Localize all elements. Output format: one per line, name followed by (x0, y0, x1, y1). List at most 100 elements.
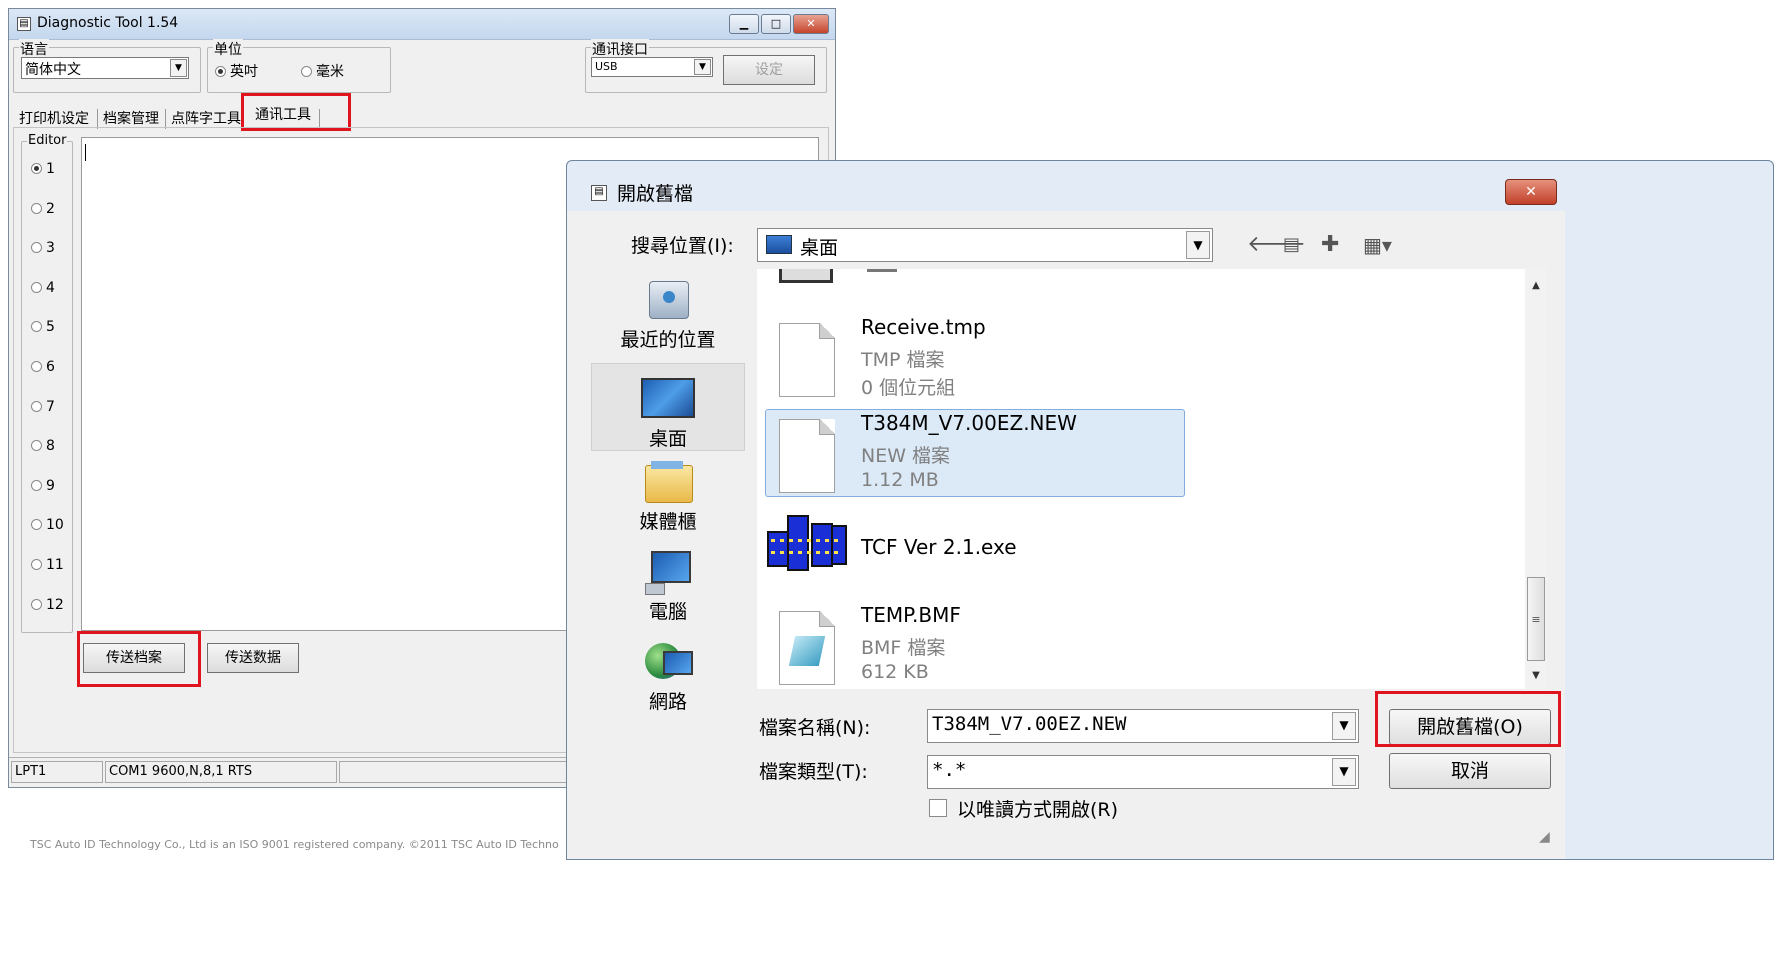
filetype-select[interactable]: *.* ▼ (927, 755, 1359, 789)
new-folder-icon[interactable]: ✚ (1321, 231, 1339, 259)
filetype-value: *.* (932, 759, 967, 781)
file-type: BMF 檔案 (861, 637, 946, 659)
radio-unchecked-icon (31, 440, 42, 451)
editor-radio-label: 7 (46, 399, 55, 415)
radio-unchecked-icon (31, 203, 42, 214)
editor-radio-4[interactable]: 4 (31, 280, 55, 296)
editor-radio-8[interactable]: 8 (31, 438, 55, 454)
editor-radio-7[interactable]: 7 (31, 399, 55, 415)
editor-radio-5[interactable]: 5 (31, 319, 55, 335)
app-icon: ▤ (17, 17, 31, 31)
language-value: 简体中文 (25, 62, 81, 78)
editor-radio-label: 11 (46, 557, 64, 573)
dialog-close-button[interactable]: ✕ (1505, 179, 1557, 205)
file-type: NEW 檔案 (861, 445, 951, 467)
partial-file-icon (779, 269, 833, 283)
cancel-button[interactable]: 取消 (1389, 753, 1551, 789)
radio-unchecked-icon (31, 559, 42, 570)
place-computer[interactable]: 電腦 (591, 549, 745, 624)
unit-mm-label: 毫米 (316, 64, 344, 80)
tab-separator (165, 109, 166, 129)
file-name: TEMP.BMF (861, 603, 961, 627)
set-button[interactable]: 设定 (723, 55, 815, 85)
place-recent[interactable]: 最近的位置 (591, 277, 745, 352)
editor-radio-12[interactable]: 12 (31, 597, 64, 613)
editor-radio-label: 2 (46, 201, 55, 217)
look-in-label: 搜尋位置(I): (631, 235, 734, 257)
editor-radio-3[interactable]: 3 (31, 240, 55, 256)
chevron-down-icon[interactable]: ▼ (170, 59, 187, 77)
unit-radio-mm[interactable]: 毫米 (301, 61, 344, 81)
minimize-button[interactable]: ▁ (729, 14, 759, 34)
scroll-down-icon[interactable]: ▼ (1527, 667, 1545, 685)
tab-separator (97, 109, 98, 129)
filename-input[interactable]: T384M_V7.00EZ.NEW ▼ (927, 709, 1359, 743)
chevron-down-icon[interactable]: ▼ (1332, 712, 1356, 740)
text-cursor (85, 144, 86, 161)
filename-value: T384M_V7.00EZ.NEW (932, 713, 1127, 735)
radio-unchecked-icon (31, 519, 42, 530)
radio-unchecked-icon (31, 599, 42, 610)
editor-radio-9[interactable]: 9 (31, 478, 55, 494)
radio-unchecked-icon (31, 480, 42, 491)
status-com: COM1 9600,N,8,1 RTS (105, 761, 337, 783)
editor-radio-label: 12 (46, 597, 64, 613)
editor-radio-11[interactable]: 11 (31, 557, 64, 573)
radio-unchecked-icon (31, 361, 42, 372)
bmf-document-icon (779, 611, 835, 685)
radio-checked-icon (215, 66, 226, 77)
file-type: TMP 檔案 (861, 349, 945, 371)
file-item-tcf[interactable]: TCF Ver 2.1.exe (765, 505, 1185, 593)
radio-unchecked-icon (31, 282, 42, 293)
file-size: 1.12 MB (861, 469, 939, 491)
up-folder-icon[interactable]: ▤ (1283, 231, 1300, 259)
recent-places-icon (641, 277, 695, 323)
comm-value: USB (595, 60, 618, 73)
language-select[interactable]: 简体中文 ▼ (21, 57, 189, 79)
chevron-down-icon[interactable]: ▼ (694, 59, 711, 75)
editor-radio-1[interactable]: 1 (31, 161, 55, 177)
editor-radio-6[interactable]: 6 (31, 359, 55, 375)
close-button[interactable]: ✕ (793, 14, 829, 34)
resize-grip-icon[interactable]: ◢ (1539, 829, 1550, 845)
radio-unchecked-icon (31, 321, 42, 332)
editor-radio-label: 1 (46, 161, 55, 177)
editor-radio-2[interactable]: 2 (31, 201, 55, 217)
scroll-up-icon[interactable]: ▲ (1527, 277, 1545, 295)
file-item-t384m[interactable]: T384M_V7.00EZ.NEW NEW 檔案 1.12 MB (765, 409, 1185, 497)
file-item-temp-bmf[interactable]: TEMP.BMF BMF 檔案 612 KB (765, 601, 1185, 689)
dialog-title: 開啟舊檔 (617, 183, 694, 205)
place-desktop[interactable]: 桌面 (591, 363, 745, 451)
file-list-scrollbar[interactable]: ▲ ≡ ▼ (1525, 269, 1547, 689)
file-name: T384M_V7.00EZ.NEW (861, 411, 1077, 435)
file-size: 612 KB (861, 661, 929, 683)
status-empty (339, 761, 579, 783)
file-name: Receive.tmp (861, 315, 986, 339)
file-list[interactable]: Receive.tmp TMP 檔案 0 個位元組 T384M_V7.00EZ.… (757, 269, 1543, 689)
chevron-down-icon[interactable]: ▼ (1332, 758, 1356, 786)
blank-document-icon (779, 419, 835, 493)
readonly-checkbox[interactable] (929, 799, 947, 817)
unit-label: 单位 (213, 39, 243, 59)
place-label: 桌面 (648, 428, 687, 450)
file-item-receive[interactable]: Receive.tmp TMP 檔案 0 個位元組 (765, 313, 1185, 401)
scroll-thumb[interactable]: ≡ (1527, 577, 1545, 661)
editor-radio-10[interactable]: 10 (31, 517, 64, 533)
chevron-down-icon[interactable]: ▼ (1186, 231, 1210, 259)
maximize-button[interactable]: □ (761, 14, 791, 34)
editor-radio-label: 3 (46, 240, 55, 256)
place-network[interactable]: 網路 (591, 639, 745, 714)
unit-radio-inch[interactable]: 英吋 (215, 61, 258, 81)
libraries-icon (641, 459, 695, 505)
status-lpt: LPT1 (11, 761, 103, 783)
footer-copyright: TSC Auto ID Technology Co., Ltd is an IS… (30, 838, 559, 851)
place-libraries[interactable]: 媒體櫃 (591, 459, 745, 534)
send-data-button[interactable]: 传送数据 (207, 643, 299, 673)
editor-radio-label: 10 (46, 517, 64, 533)
radio-unchecked-icon (301, 66, 312, 77)
open-file-dialog: ▤ 開啟舊檔 ✕ 搜尋位置(I): 桌面 ▼ 🡐 ▤ ✚ ▦▾ 最近的位置 桌面 (566, 160, 1774, 860)
comm-select[interactable]: USB ▼ (591, 57, 713, 77)
look-in-select[interactable]: 桌面 ▼ (757, 228, 1213, 262)
place-label: 媒體櫃 (639, 511, 697, 533)
view-menu-icon[interactable]: ▦▾ (1363, 231, 1392, 259)
